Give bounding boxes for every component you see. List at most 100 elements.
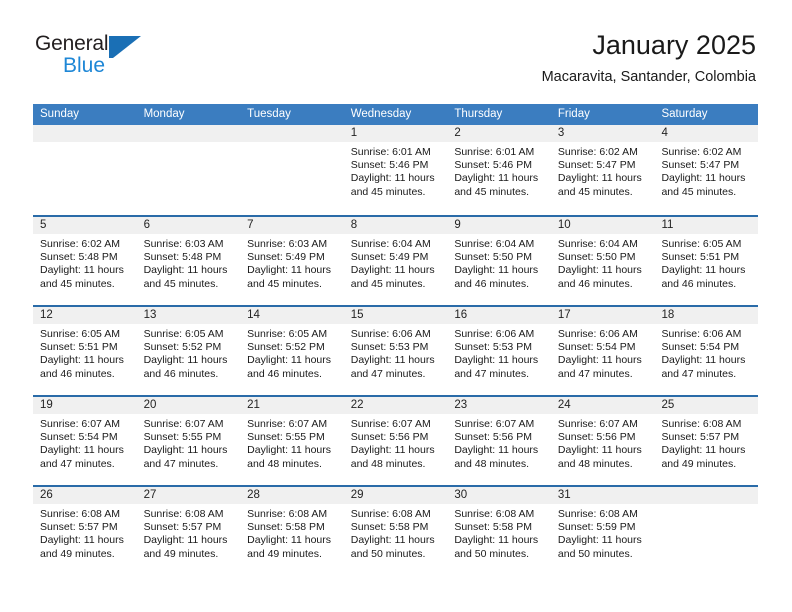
sunset-text: Sunset: 5:54 PM	[557, 341, 636, 354]
day-cell[interactable]: 11 Sunrise: 6:05 AM Sunset: 5:51 PM Dayl…	[654, 217, 759, 305]
daylight-text-line2: and 46 minutes.	[247, 367, 322, 380]
daylight-text-line2: and 47 minutes.	[454, 367, 530, 380]
daylight-text-line2: and 46 minutes.	[454, 277, 530, 290]
day-cell[interactable]: 27 Sunrise: 6:08 AM Sunset: 5:57 PM Dayl…	[136, 487, 241, 575]
daylight-text-line1: Daylight: 11 hours	[557, 534, 642, 547]
daylight-text-line2: and 48 minutes.	[454, 457, 530, 470]
daylight-text-line1: Daylight: 11 hours	[40, 534, 124, 547]
sunrise-text: Sunrise: 6:01 AM	[350, 146, 431, 158]
day-cell[interactable]: 1 Sunrise: 6:01 AM Sunset: 5:46 PM Dayli…	[343, 125, 448, 215]
day-number: 18	[661, 309, 675, 321]
day-details: Sunrise: 6:04 AM Sunset: 5:50 PM Dayligh…	[447, 234, 551, 291]
sunrise-text: Sunrise: 6:02 AM	[661, 146, 742, 158]
daylight-text-line1: Daylight: 11 hours	[143, 444, 228, 457]
daylight-text-line1: Daylight: 11 hours	[350, 354, 435, 367]
sunrise-text: Sunrise: 6:03 AM	[143, 238, 224, 250]
daylight-text-line2: and 47 minutes.	[350, 367, 426, 380]
day-details: Sunrise: 6:07 AM Sunset: 5:55 PM Dayligh…	[137, 414, 241, 471]
sunrise-text: Sunrise: 6:04 AM	[350, 238, 431, 250]
day-cell[interactable]: 26 Sunrise: 6:08 AM Sunset: 5:57 PM Dayl…	[33, 487, 137, 575]
sunrise-text: Sunrise: 6:08 AM	[661, 418, 742, 430]
daylight-text-line1: Daylight: 11 hours	[661, 172, 746, 185]
day-details: Sunrise: 6:07 AM Sunset: 5:56 PM Dayligh…	[447, 414, 551, 471]
sunrise-text: Sunrise: 6:06 AM	[454, 328, 535, 340]
day-cell[interactable]: 7 Sunrise: 6:03 AM Sunset: 5:49 PM Dayli…	[240, 217, 344, 305]
sunrise-text: Sunrise: 6:04 AM	[557, 238, 638, 250]
day-cell[interactable]	[136, 125, 241, 215]
day-cell[interactable]: 31 Sunrise: 6:08 AM Sunset: 5:59 PM Dayl…	[550, 487, 655, 575]
sunrise-text: Sunrise: 6:07 AM	[143, 418, 224, 430]
day-cell[interactable]	[33, 125, 137, 215]
sunset-text: Sunset: 5:56 PM	[454, 431, 532, 444]
day-number: 30	[454, 489, 468, 501]
daylight-text-line2: and 45 minutes.	[350, 185, 426, 198]
daylight-text-line2: and 45 minutes.	[661, 185, 737, 198]
day-cell[interactable]: 25 Sunrise: 6:08 AM Sunset: 5:57 PM Dayl…	[654, 397, 759, 485]
day-cell[interactable]: 20 Sunrise: 6:07 AM Sunset: 5:55 PM Dayl…	[136, 397, 241, 485]
day-number: 31	[557, 489, 571, 501]
day-cell[interactable]: 15 Sunrise: 6:06 AM Sunset: 5:53 PM Dayl…	[343, 307, 448, 395]
daylight-text-line2: and 48 minutes.	[557, 457, 633, 470]
day-cell[interactable]: 17 Sunrise: 6:06 AM Sunset: 5:54 PM Dayl…	[550, 307, 655, 395]
daylight-text-line1: Daylight: 11 hours	[40, 444, 124, 457]
brand-logo[interactable]: General Blue	[35, 33, 142, 76]
sunset-text: Sunset: 5:53 PM	[454, 341, 532, 354]
day-cell[interactable]: 8 Sunrise: 6:04 AM Sunset: 5:49 PM Dayli…	[343, 217, 448, 305]
day-cell[interactable]: 2 Sunrise: 6:01 AM Sunset: 5:46 PM Dayli…	[447, 125, 551, 215]
day-cell[interactable]: 9 Sunrise: 6:04 AM Sunset: 5:50 PM Dayli…	[447, 217, 551, 305]
sunrise-text: Sunrise: 6:08 AM	[143, 508, 224, 520]
daylight-text-line2: and 47 minutes.	[661, 367, 737, 380]
sunrise-text: Sunrise: 6:08 AM	[454, 508, 535, 520]
day-cell[interactable]: 24 Sunrise: 6:07 AM Sunset: 5:56 PM Dayl…	[550, 397, 655, 485]
day-cell[interactable]: 22 Sunrise: 6:07 AM Sunset: 5:56 PM Dayl…	[343, 397, 448, 485]
sunrise-text: Sunrise: 6:05 AM	[40, 328, 120, 340]
daylight-text-line1: Daylight: 11 hours	[350, 534, 435, 547]
day-details: Sunrise: 6:05 AM Sunset: 5:51 PM Dayligh…	[654, 234, 758, 291]
day-cell[interactable]: 14 Sunrise: 6:05 AM Sunset: 5:52 PM Dayl…	[240, 307, 344, 395]
calendar-week-row: 26 Sunrise: 6:08 AM Sunset: 5:57 PM Dayl…	[33, 485, 759, 575]
daylight-text-line2: and 45 minutes.	[247, 277, 322, 290]
sunset-text: Sunset: 5:48 PM	[143, 251, 222, 264]
day-cell[interactable]: 28 Sunrise: 6:08 AM Sunset: 5:58 PM Dayl…	[240, 487, 344, 575]
calendar-week-row: 12 Sunrise: 6:05 AM Sunset: 5:51 PM Dayl…	[33, 305, 759, 395]
day-number: 1	[350, 127, 358, 139]
sunset-text: Sunset: 5:58 PM	[454, 521, 532, 534]
day-details: Sunrise: 6:01 AM Sunset: 5:46 PM Dayligh…	[447, 142, 551, 199]
daylight-text-line2: and 47 minutes.	[40, 457, 115, 470]
day-cell[interactable]: 18 Sunrise: 6:06 AM Sunset: 5:54 PM Dayl…	[654, 307, 759, 395]
daylight-text-line2: and 45 minutes.	[454, 185, 530, 198]
day-cell[interactable]: 19 Sunrise: 6:07 AM Sunset: 5:54 PM Dayl…	[33, 397, 137, 485]
day-number: 7	[247, 219, 254, 231]
day-cell[interactable]: 5 Sunrise: 6:02 AM Sunset: 5:48 PM Dayli…	[33, 217, 137, 305]
weekday-header-saturday: Saturday	[661, 108, 708, 120]
day-cell[interactable]: 6 Sunrise: 6:03 AM Sunset: 5:48 PM Dayli…	[136, 217, 241, 305]
day-details: Sunrise: 6:05 AM Sunset: 5:52 PM Dayligh…	[137, 324, 241, 381]
day-cell[interactable]	[240, 125, 344, 215]
sunset-text: Sunset: 5:46 PM	[454, 159, 532, 172]
day-cell[interactable]: 29 Sunrise: 6:08 AM Sunset: 5:58 PM Dayl…	[343, 487, 448, 575]
daylight-text-line2: and 46 minutes.	[661, 277, 737, 290]
sunset-text: Sunset: 5:51 PM	[661, 251, 740, 264]
daylight-text-line2: and 45 minutes.	[350, 277, 426, 290]
day-cell[interactable]: 13 Sunrise: 6:05 AM Sunset: 5:52 PM Dayl…	[136, 307, 241, 395]
day-details: Sunrise: 6:07 AM Sunset: 5:56 PM Dayligh…	[344, 414, 448, 471]
day-cell[interactable]	[654, 487, 759, 575]
weekday-header-row: Sunday Monday Tuesday Wednesday Thursday…	[33, 104, 758, 125]
day-details: Sunrise: 6:07 AM Sunset: 5:54 PM Dayligh…	[33, 414, 137, 471]
daylight-text-line2: and 46 minutes.	[143, 367, 219, 380]
sunset-text: Sunset: 5:50 PM	[454, 251, 532, 264]
day-cell[interactable]: 16 Sunrise: 6:06 AM Sunset: 5:53 PM Dayl…	[447, 307, 551, 395]
day-cell[interactable]: 21 Sunrise: 6:07 AM Sunset: 5:55 PM Dayl…	[240, 397, 344, 485]
daylight-text-line1: Daylight: 11 hours	[557, 264, 642, 277]
day-cell[interactable]: 12 Sunrise: 6:05 AM Sunset: 5:51 PM Dayl…	[33, 307, 137, 395]
day-details	[137, 142, 241, 146]
day-cell[interactable]: 30 Sunrise: 6:08 AM Sunset: 5:58 PM Dayl…	[447, 487, 551, 575]
day-cell[interactable]: 10 Sunrise: 6:04 AM Sunset: 5:50 PM Dayl…	[550, 217, 655, 305]
day-number: 21	[247, 399, 260, 411]
day-cell[interactable]: 3 Sunrise: 6:02 AM Sunset: 5:47 PM Dayli…	[550, 125, 655, 215]
day-cell[interactable]: 4 Sunrise: 6:02 AM Sunset: 5:47 PM Dayli…	[654, 125, 759, 215]
sunset-text: Sunset: 5:48 PM	[40, 251, 118, 264]
day-cell[interactable]: 23 Sunrise: 6:07 AM Sunset: 5:56 PM Dayl…	[447, 397, 551, 485]
sunrise-text: Sunrise: 6:07 AM	[40, 418, 120, 430]
daylight-text-line2: and 49 minutes.	[40, 547, 115, 560]
